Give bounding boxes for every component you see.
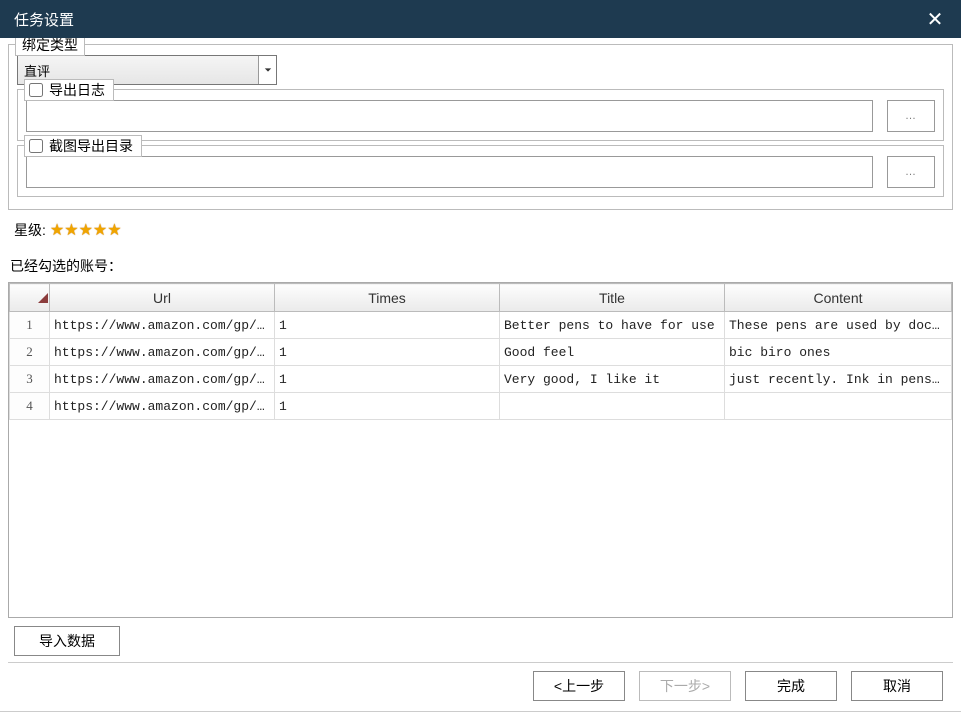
- star-label: 星级:: [14, 220, 46, 240]
- col-header-url[interactable]: Url: [50, 284, 275, 312]
- row-number: 1: [10, 312, 50, 339]
- accounts-table: Url Times Title Content 1https://www.ama…: [8, 282, 953, 618]
- bind-type-legend: 绑定类型: [15, 38, 85, 56]
- cell-times[interactable]: 1: [275, 393, 500, 420]
- col-header-times[interactable]: Times: [275, 284, 500, 312]
- cell-title[interactable]: Better pens to have for use: [500, 312, 725, 339]
- export-log-label: 导出日志: [49, 80, 105, 100]
- table-row[interactable]: 3https://www.amazon.com/gp/...1Very good…: [10, 366, 952, 393]
- finish-button[interactable]: 完成: [745, 671, 837, 701]
- screenshot-dir-legend: 截图导出目录: [24, 135, 142, 157]
- cell-url[interactable]: https://www.amazon.com/gp/...: [50, 339, 275, 366]
- table-header-row: Url Times Title Content: [10, 284, 952, 312]
- task-settings-window: 任务设置 ✕ 绑定类型 直评 导出日志 …: [0, 0, 961, 712]
- table-corner: [10, 284, 50, 312]
- screenshot-dir-group: 截图导出目录 …: [17, 145, 944, 197]
- table-row[interactable]: 2https://www.amazon.com/gp/...1Good feel…: [10, 339, 952, 366]
- row-number: 4: [10, 393, 50, 420]
- import-data-button[interactable]: 导入数据: [14, 626, 120, 656]
- row-number: 3: [10, 366, 50, 393]
- cell-content[interactable]: bic biro ones: [725, 339, 952, 366]
- export-log-browse-button[interactable]: …: [887, 100, 935, 132]
- star-icon: ★: [64, 220, 78, 240]
- cell-url[interactable]: https://www.amazon.com/gp/...: [50, 366, 275, 393]
- cell-times[interactable]: 1: [275, 366, 500, 393]
- star-row: 星级: ★ ★ ★ ★ ★: [14, 220, 951, 240]
- close-icon[interactable]: ✕: [923, 7, 947, 32]
- wizard-footer: <上一步 下一步> 完成 取消: [8, 662, 953, 707]
- screenshot-dir-checkbox[interactable]: [29, 139, 43, 153]
- bind-type-value: 直评: [18, 61, 258, 80]
- chevron-down-icon: [258, 56, 276, 84]
- cell-title[interactable]: Good feel: [500, 339, 725, 366]
- row-number: 2: [10, 339, 50, 366]
- bind-type-group: 绑定类型 直评 导出日志 …: [8, 44, 953, 210]
- cell-url[interactable]: https://www.amazon.com/gp/...: [50, 393, 275, 420]
- cell-title[interactable]: [500, 393, 725, 420]
- next-button: 下一步>: [639, 671, 731, 701]
- star-icon: ★: [79, 220, 93, 240]
- export-log-path-input[interactable]: [26, 100, 873, 132]
- export-log-legend: 导出日志: [24, 79, 114, 101]
- col-header-content[interactable]: Content: [725, 284, 952, 312]
- export-log-group: 导出日志 …: [17, 89, 944, 141]
- cancel-button[interactable]: 取消: [851, 671, 943, 701]
- titlebar: 任务设置 ✕: [0, 0, 961, 38]
- cell-title[interactable]: Very good, I like it: [500, 366, 725, 393]
- screenshot-dir-path-input[interactable]: [26, 156, 873, 188]
- cell-times[interactable]: 1: [275, 339, 500, 366]
- cell-url[interactable]: https://www.amazon.com/gp/...: [50, 312, 275, 339]
- cell-content[interactable]: just recently. Ink in pens...: [725, 366, 952, 393]
- screenshot-dir-label: 截图导出目录: [49, 136, 133, 156]
- cell-content[interactable]: These pens are used by doc...: [725, 312, 952, 339]
- table-row[interactable]: 4https://www.amazon.com/gp/...1: [10, 393, 952, 420]
- star-icon: ★: [93, 220, 107, 240]
- table-row[interactable]: 1https://www.amazon.com/gp/...1 Better p…: [10, 312, 952, 339]
- export-log-checkbox[interactable]: [29, 83, 43, 97]
- table-empty-area: [9, 420, 952, 617]
- window-title: 任务设置: [14, 9, 74, 30]
- cell-times[interactable]: 1: [275, 312, 500, 339]
- col-header-title[interactable]: Title: [500, 284, 725, 312]
- prev-button[interactable]: <上一步: [533, 671, 625, 701]
- dialog-body: 绑定类型 直评 导出日志 …: [0, 38, 961, 711]
- cell-content[interactable]: [725, 393, 952, 420]
- star-icon: ★: [107, 220, 121, 240]
- screenshot-dir-browse-button[interactable]: …: [887, 156, 935, 188]
- accounts-label: 已经勾选的账号：: [10, 256, 953, 276]
- star-rating[interactable]: ★ ★ ★ ★ ★: [50, 220, 122, 240]
- star-icon: ★: [50, 220, 64, 240]
